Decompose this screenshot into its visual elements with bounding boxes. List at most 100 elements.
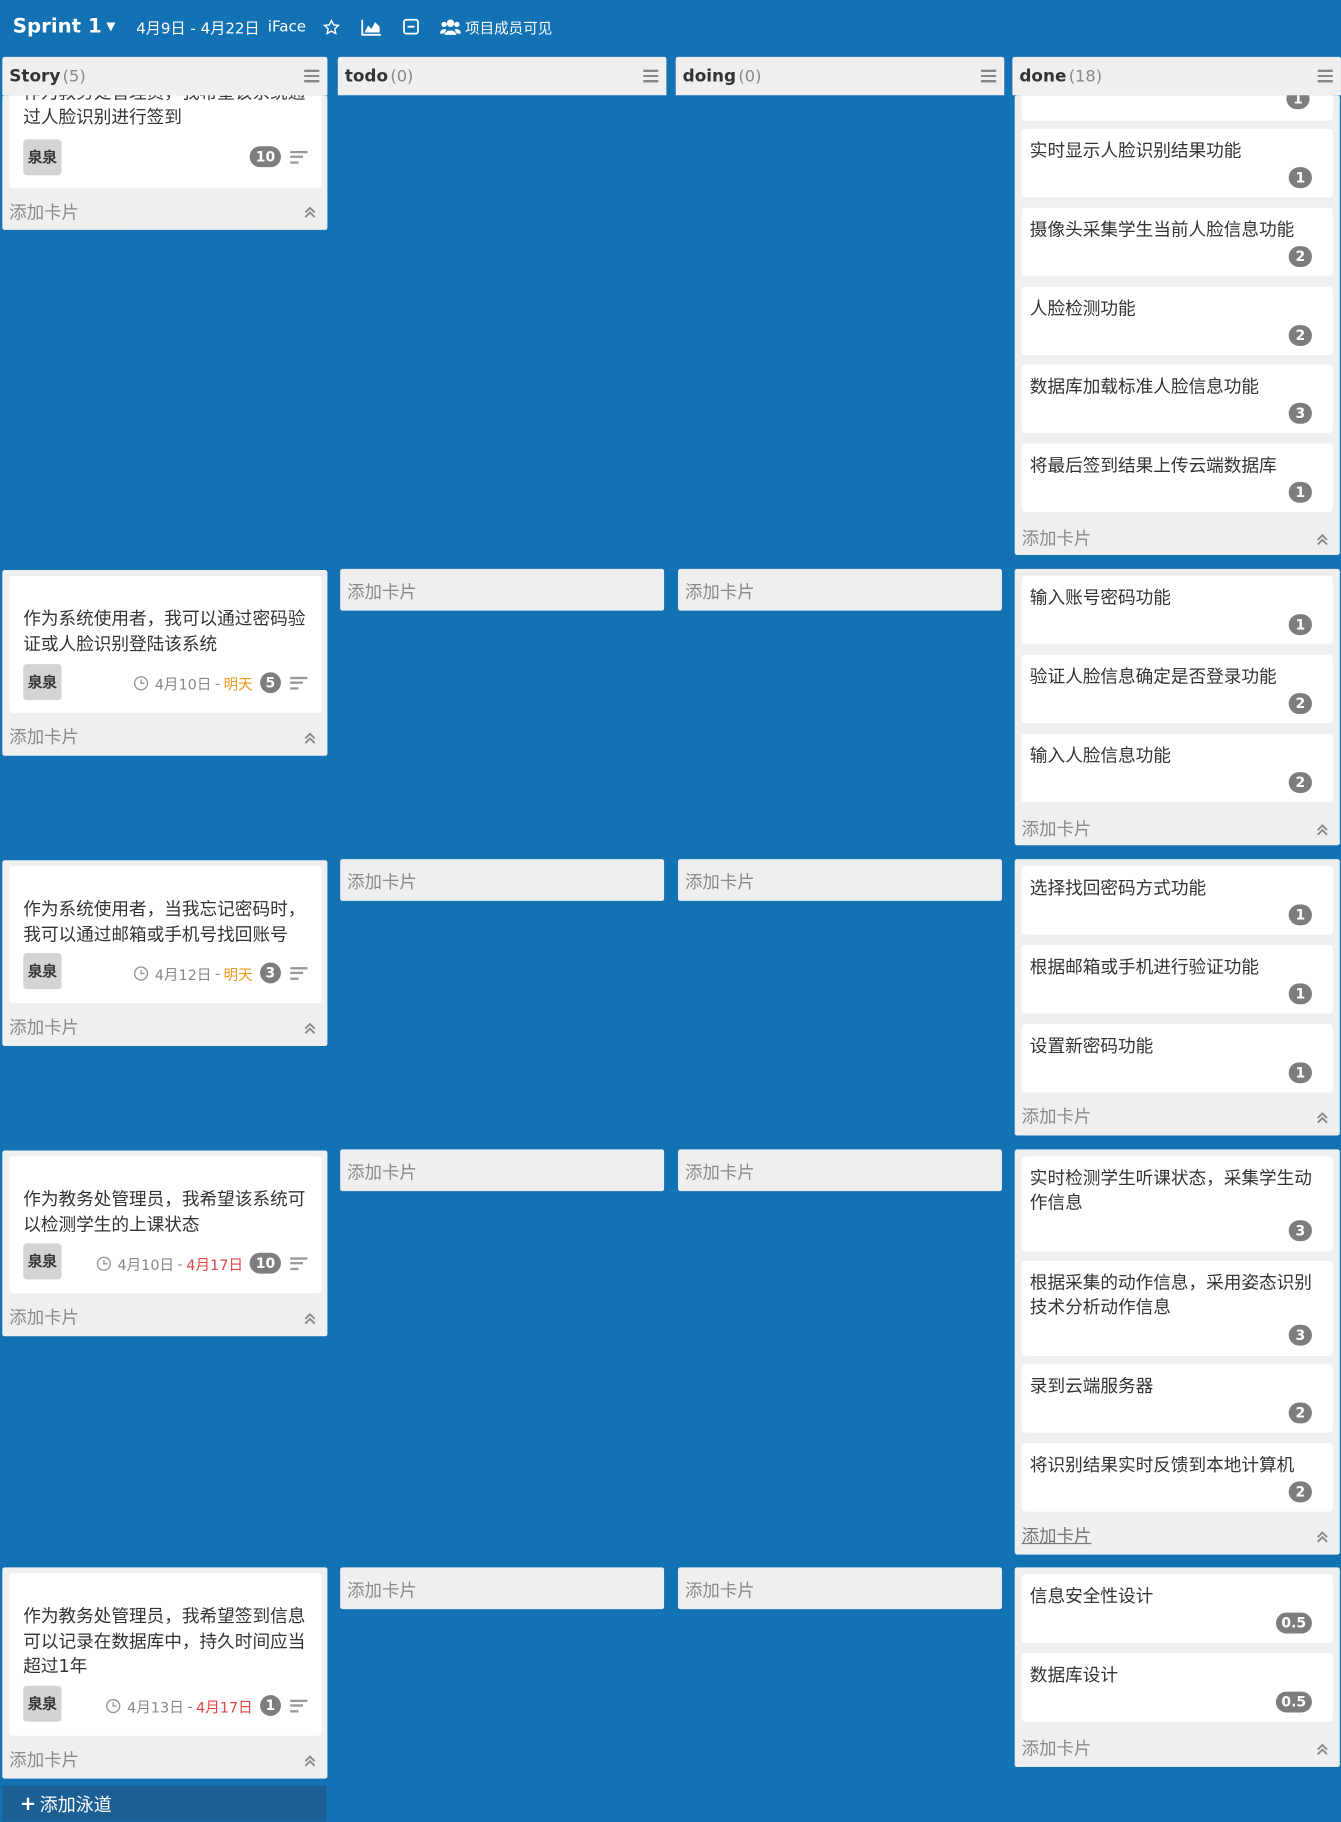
task-points: 1: [1288, 983, 1312, 1005]
avatar[interactable]: 泉泉: [23, 953, 62, 990]
todo-list: 添加卡片: [340, 1149, 665, 1192]
avatar[interactable]: 泉泉: [23, 1243, 62, 1280]
add-card-button[interactable]: 添加卡片: [9, 200, 79, 224]
story-list: 作为系统使用者，当我忘记密码时，我可以通过邮箱或手机号找回账号 泉泉 4月12日…: [2, 860, 328, 1047]
description-icon: [290, 150, 308, 164]
task-card[interactable]: 人脸检测功能 2: [1021, 286, 1333, 356]
card-meta: 4月10日 - 4月17日 10: [96, 1252, 308, 1274]
add-card-button[interactable]: 添加卡片: [1022, 1523, 1092, 1547]
add-card-button[interactable]: 添加卡片: [347, 870, 417, 894]
plus-icon: +: [19, 1792, 37, 1816]
add-card-button[interactable]: 添加卡片: [1022, 1104, 1092, 1128]
add-card-button[interactable]: 添加卡片: [9, 1305, 79, 1329]
add-card-button[interactable]: 添加卡片: [9, 1015, 79, 1039]
description-icon: [290, 1256, 308, 1270]
card-meta: 10: [243, 146, 308, 168]
add-card-button[interactable]: 添加卡片: [347, 1578, 417, 1602]
star-icon[interactable]: [322, 18, 340, 35]
avatar[interactable]: 泉泉: [23, 139, 62, 176]
task-card[interactable]: 输入账号密码功能 1: [1021, 575, 1333, 645]
story-card[interactable]: 作为系统使用者，我可以通过密码验证或人脸识别登陆该系统 泉泉 4月10日 - 明…: [9, 575, 322, 713]
collapse-up-icon[interactable]: [303, 1022, 317, 1036]
menu-icon[interactable]: [1317, 69, 1333, 83]
add-card-button[interactable]: 添加卡片: [9, 1747, 79, 1771]
add-card-button[interactable]: 添加卡片: [347, 1160, 417, 1184]
chart-icon[interactable]: [360, 18, 382, 36]
collapse-up-icon[interactable]: [1315, 533, 1329, 547]
add-card-button[interactable]: 添加卡片: [9, 724, 79, 748]
collapse-up-icon[interactable]: [303, 731, 317, 745]
menu-icon[interactable]: [643, 69, 659, 83]
task-points: 1: [1288, 1062, 1312, 1084]
task-card[interactable]: 将最后签到结果上传云端数据库 1: [1021, 443, 1333, 513]
add-lane-button[interactable]: + 添加泳道: [2, 1785, 327, 1822]
add-card-button[interactable]: 添加卡片: [685, 870, 755, 894]
task-points: 2: [1288, 1481, 1312, 1503]
task-card[interactable]: 实时检测学生听课状态，采集学生动作信息 3: [1021, 1156, 1333, 1252]
task-points: 1: [1288, 904, 1312, 926]
task-text: 录到云端服务器: [1029, 1375, 1154, 1397]
description-icon: [290, 1699, 308, 1712]
add-card-button[interactable]: 添加卡片: [347, 579, 417, 603]
task-card[interactable]: 信息安全性设计 0.5: [1021, 1574, 1333, 1643]
description-icon: [290, 966, 308, 980]
task-card[interactable]: 1: [1021, 95, 1333, 121]
add-card-button[interactable]: 添加卡片: [685, 1578, 755, 1602]
story-list: 作为教务处管理员，我希望该系统可以检测学生的上课状态 泉泉 4月10日 - 4月…: [2, 1150, 328, 1337]
story-card[interactable]: 作为教务处管理员，我希望签到信息可以记录在数据库中，持久时间应当超过1年 泉泉 …: [9, 1573, 322, 1736]
task-text: 根据采集的动作信息，采用姿态识别技术分析动作信息: [1029, 1272, 1312, 1318]
task-card[interactable]: 实时显示人脸识别结果功能 1: [1021, 128, 1333, 198]
date-separator: -: [177, 1254, 183, 1272]
task-card[interactable]: 录到云端服务器 2: [1021, 1364, 1333, 1433]
avatar[interactable]: 泉泉: [23, 1685, 62, 1722]
story-points: 1: [259, 1695, 281, 1716]
users-icon[interactable]: [439, 18, 461, 35]
column-name: doing: [682, 66, 737, 86]
task-card[interactable]: 设置新密码功能 1: [1021, 1024, 1333, 1093]
task-card[interactable]: 将识别结果实时反馈到本地计算机 2: [1021, 1443, 1333, 1512]
avatar[interactable]: 泉泉: [23, 664, 62, 701]
add-card-button[interactable]: 添加卡片: [1022, 816, 1092, 840]
board-header: Sprint 1 ▼ 4月9日 - 4月22日 iFace 项目成员可见: [0, 0, 1341, 53]
todo-list: 添加卡片: [340, 1567, 665, 1610]
add-card-button[interactable]: 添加卡片: [1022, 526, 1092, 550]
task-card[interactable]: 输入人脸信息功能 2: [1021, 733, 1333, 803]
add-card-button[interactable]: 添加卡片: [685, 579, 755, 603]
task-card[interactable]: 验证人脸信息确定是否登录功能 2: [1021, 654, 1333, 724]
task-card[interactable]: 数据库加载标准人脸信息功能 3: [1021, 364, 1333, 434]
add-card-button[interactable]: 添加卡片: [1022, 1736, 1092, 1760]
task-card[interactable]: 数据库设计 0.5: [1021, 1653, 1333, 1722]
done-list: 信息安全性设计 0.5 数据库设计 0.5 添加卡片: [1014, 1567, 1340, 1768]
collapse-up-icon[interactable]: [1315, 1530, 1329, 1544]
collapse-icon[interactable]: [402, 18, 419, 35]
collapse-up-icon[interactable]: [1315, 1111, 1329, 1125]
task-card[interactable]: 根据邮箱或手机进行验证功能 1: [1021, 945, 1333, 1014]
visibility-label[interactable]: 项目成员可见: [465, 16, 552, 38]
task-text: 根据邮箱或手机进行验证功能: [1029, 956, 1260, 978]
task-text: 摄像头采集学生当前人脸信息功能: [1029, 219, 1295, 241]
menu-icon[interactable]: [981, 69, 997, 83]
start-date: 4月13日: [127, 1697, 184, 1716]
collapse-up-icon[interactable]: [1315, 823, 1329, 837]
story-card[interactable]: 作为教务处管理员，我希望该系统可以检测学生的上课状态 泉泉 4月10日 - 4月…: [9, 1156, 322, 1294]
task-text: 实时显示人脸识别结果功能: [1029, 140, 1242, 162]
sprint-title[interactable]: Sprint 1: [13, 15, 102, 38]
story-card[interactable]: 作为系统使用者，当我忘记密码时，我可以通过邮箱或手机号找回账号 泉泉 4月12日…: [9, 866, 322, 1004]
collapse-up-icon[interactable]: [303, 205, 317, 219]
task-text: 人脸检测功能: [1029, 298, 1136, 320]
add-card-button[interactable]: 添加卡片: [685, 1160, 755, 1184]
collapse-up-icon[interactable]: [303, 1754, 317, 1768]
menu-icon[interactable]: [304, 69, 320, 83]
task-card[interactable]: 选择找回密码方式功能 1: [1021, 866, 1333, 935]
task-text: 选择找回密码方式功能: [1029, 877, 1207, 899]
task-card[interactable]: 摄像头采集学生当前人脸信息功能 2: [1021, 207, 1333, 277]
caret-down-icon[interactable]: ▼: [106, 20, 115, 33]
collapse-up-icon[interactable]: [303, 1312, 317, 1326]
story-text: 作为系统使用者，我可以通过密码验证或人脸识别登陆该系统: [23, 608, 306, 655]
project-name: iFace: [267, 17, 307, 36]
task-card[interactable]: 根据采集的动作信息，采用姿态识别技术分析动作信息 3: [1021, 1260, 1333, 1357]
collapse-up-icon[interactable]: [1315, 1743, 1329, 1757]
clock-icon: [134, 675, 149, 690]
story-card[interactable]: 作为教务处管理员，我希望该系统通 过人脸识别进行签到 泉泉 10: [9, 95, 322, 189]
task-points: 2: [1288, 693, 1312, 715]
